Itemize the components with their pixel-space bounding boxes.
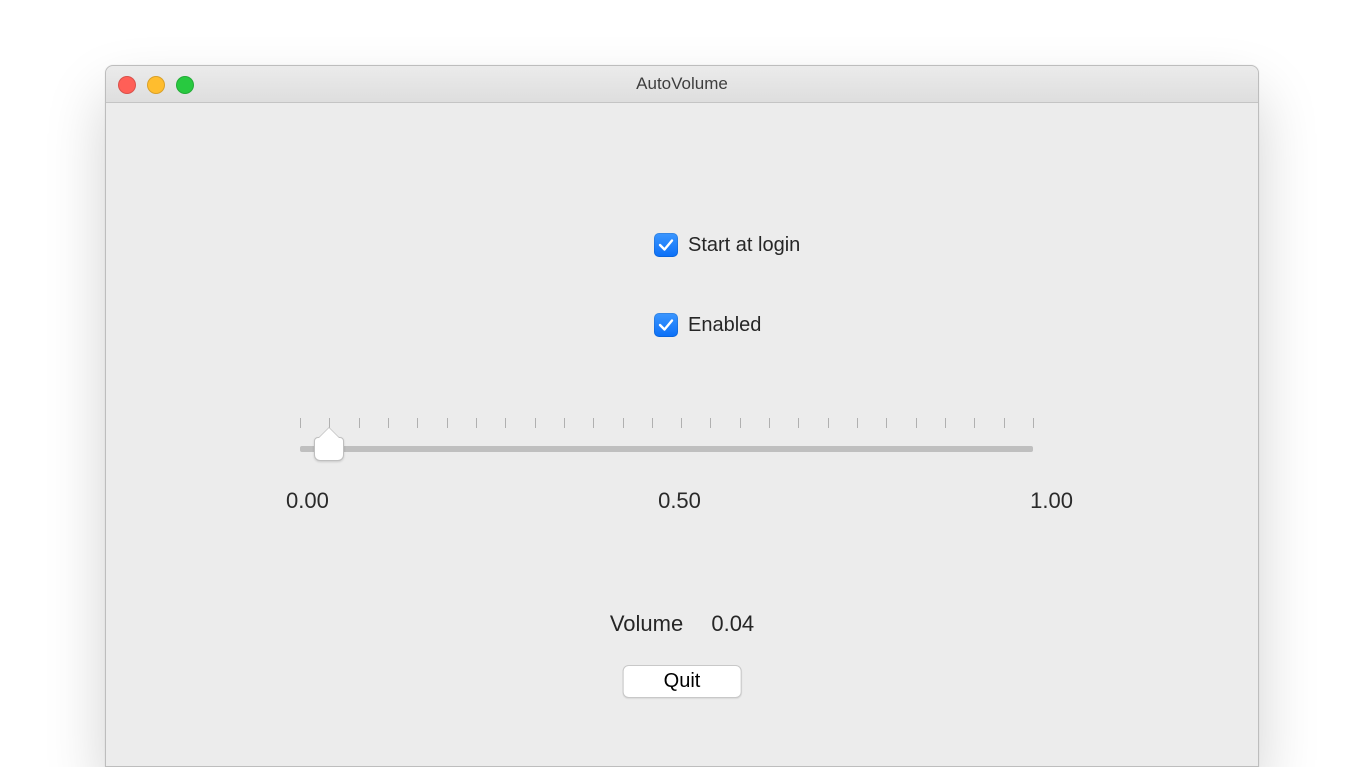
volume-slider[interactable] [300,418,1033,478]
slider-tick [916,418,917,428]
slider-tick [359,418,360,428]
volume-value: 0.04 [711,611,754,636]
slider-tick [417,418,418,428]
slider-tick [447,418,448,428]
window-title: AutoVolume [106,66,1258,102]
volume-label: Volume [610,611,683,636]
slider-tick [652,418,653,428]
slider-track[interactable] [300,446,1033,452]
volume-readout: Volume 0.04 [106,611,1258,637]
slider-tick [740,418,741,428]
slider-tick [974,418,975,428]
slider-tick [828,418,829,428]
slider-tick [769,418,770,428]
slider-thumb[interactable] [314,437,344,461]
slider-tick [623,418,624,428]
start-at-login-row: Start at login [654,233,800,257]
check-icon [657,236,675,254]
titlebar: AutoVolume [106,66,1258,103]
slider-tick [857,418,858,428]
enabled-row: Enabled [654,313,761,337]
enabled-label: Enabled [688,314,761,337]
slider-tick [535,418,536,428]
slider-min-label: 0.00 [286,488,329,514]
quit-button[interactable]: Quit [623,665,742,698]
slider-tick [388,418,389,428]
slider-tick [476,418,477,428]
slider-ticks [300,418,1033,432]
slider-max-label: 1.00 [1030,488,1073,514]
slider-tick [329,418,330,428]
slider-tick [1004,418,1005,428]
start-at-login-label: Start at login [688,234,800,257]
start-at-login-checkbox[interactable] [654,233,678,257]
slider-tick [505,418,506,428]
app-window: AutoVolume Start at login Enabled [105,65,1259,767]
slider-tick [1033,418,1034,428]
check-icon [657,316,675,334]
slider-tick [710,418,711,428]
slider-tick [945,418,946,428]
slider-tick [798,418,799,428]
slider-tick [886,418,887,428]
enabled-checkbox[interactable] [654,313,678,337]
slider-tick [564,418,565,428]
slider-tick [300,418,301,428]
window-content: Start at login Enabled 0.00 0.50 1.00 [106,103,1258,767]
slider-tick [681,418,682,428]
slider-tick [593,418,594,428]
slider-mid-label: 0.50 [658,488,701,514]
